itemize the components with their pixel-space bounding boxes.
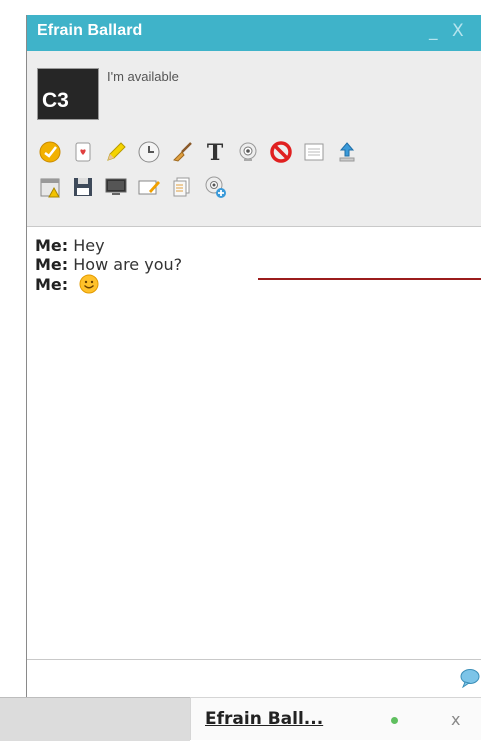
toolbar-row-2 [37, 174, 228, 200]
taskbar-chat-tab[interactable]: Efrain Ball... x [190, 697, 481, 740]
message-sender: Me: [35, 275, 69, 294]
taskbar-empty-area [0, 697, 190, 741]
smiley-icon [79, 274, 99, 298]
contact-name: Efrain Ballard [37, 22, 143, 39]
screen-icon[interactable] [103, 174, 129, 200]
message-list[interactable]: Me: Hey Me: How are you? Me: [27, 226, 481, 659]
avatar: C3 [37, 68, 99, 120]
title-bar[interactable]: Efrain Ballard _ X [27, 15, 481, 51]
message: Me: Hey [35, 236, 474, 255]
upload-icon[interactable] [334, 139, 360, 165]
svg-text:T: T [207, 140, 224, 164]
webcam-icon[interactable] [235, 139, 261, 165]
message-sender: Me: [35, 236, 69, 255]
taskbar-close-button[interactable]: x [451, 710, 460, 729]
text-icon[interactable]: T [202, 139, 228, 165]
chat-header: C3 I'm available T [27, 51, 481, 227]
annotation-line [258, 278, 481, 280]
message-input[interactable] [27, 659, 481, 697]
card-icon[interactable] [70, 139, 96, 165]
documents-icon[interactable] [169, 174, 195, 200]
toolbar-row-1: T [37, 139, 360, 165]
status-message: I'm available [107, 69, 179, 84]
whiteboard-icon[interactable] [136, 174, 162, 200]
block-icon[interactable] [268, 139, 294, 165]
chat-window: Efrain Ballard _ X C3 I'm available T Me… [26, 15, 481, 697]
broom-icon[interactable] [169, 139, 195, 165]
emoticon-icon[interactable] [37, 139, 63, 165]
clock-icon[interactable] [136, 139, 162, 165]
message-text: Hey [73, 236, 105, 255]
calendar-warning-icon[interactable] [37, 174, 63, 200]
close-button[interactable]: X [452, 21, 464, 41]
message-sender: Me: [35, 255, 69, 274]
speech-bubble-icon[interactable] [460, 668, 480, 692]
notepad-icon[interactable] [301, 139, 327, 165]
webcam-add-icon[interactable] [202, 174, 228, 200]
message-text: How are you? [73, 255, 183, 274]
pencil-icon[interactable] [103, 139, 129, 165]
taskbar-tab-label[interactable]: Efrain Ball... [205, 709, 323, 729]
online-status-dot [391, 717, 398, 724]
avatar-text: C3 [42, 89, 69, 112]
message: Me: How are you? [35, 255, 474, 274]
save-icon[interactable] [70, 174, 96, 200]
minimize-button[interactable]: _ [429, 21, 438, 41]
